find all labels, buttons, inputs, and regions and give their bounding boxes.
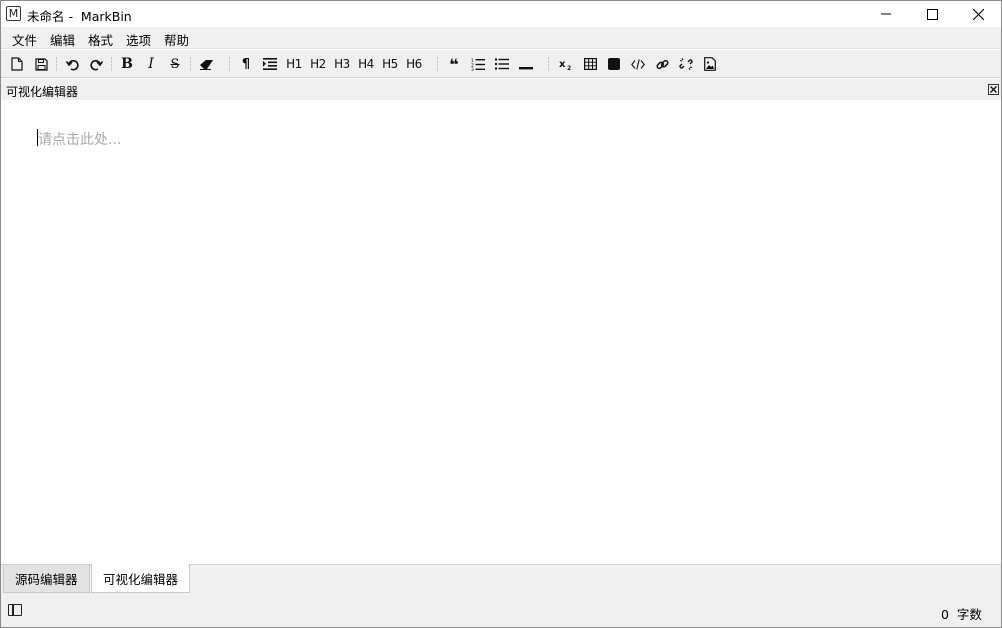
paragraph-button[interactable]: ¶ — [236, 54, 256, 74]
insert-image-button[interactable] — [700, 54, 720, 74]
maximize-icon — [926, 8, 938, 20]
toolbar-separator — [437, 57, 438, 71]
heading4-button[interactable]: H4 — [356, 54, 376, 74]
svg-text:2: 2 — [567, 65, 571, 70]
close-icon — [990, 86, 997, 93]
tab-source-editor[interactable]: 源码编辑器 — [3, 565, 90, 593]
heading3-button[interactable]: H3 — [332, 54, 352, 74]
save-button[interactable] — [31, 54, 51, 74]
editor-placeholder: 请点击此处... — [38, 132, 122, 148]
indent-button[interactable] — [260, 54, 280, 74]
link-button[interactable] — [652, 54, 672, 74]
ordered-list-icon: 123 — [471, 58, 485, 71]
unlink-button[interactable] — [676, 54, 696, 74]
unlink-icon — [679, 57, 693, 71]
toolbar-separator — [190, 57, 191, 71]
undo-button[interactable] — [62, 54, 82, 74]
close-button[interactable] — [955, 1, 1001, 27]
unordered-list-button[interactable] — [492, 54, 512, 74]
code-block-button[interactable] — [604, 54, 624, 74]
bold-button[interactable]: B — [117, 54, 137, 74]
table-icon — [583, 58, 597, 70]
editor-tab-bar: 源码编辑器 可视化编辑器 — [1, 564, 1001, 593]
menu-bar: 文件 编辑 格式 选项 帮助 — [1, 27, 1001, 49]
heading2-button[interactable]: H2 — [308, 54, 328, 74]
menu-help[interactable]: 帮助 — [164, 30, 189, 49]
subscript-button[interactable]: x2 — [556, 54, 576, 74]
code-icon — [631, 58, 645, 70]
svg-text:3: 3 — [471, 67, 474, 71]
minimize-icon — [881, 13, 891, 15]
eraser-icon — [199, 59, 213, 70]
panel-close-button[interactable] — [988, 84, 999, 95]
heading5-button[interactable]: H5 — [380, 54, 400, 74]
app-logo-icon: M — [6, 6, 21, 21]
tab-visual-editor[interactable]: 可视化编辑器 — [91, 564, 191, 593]
window-title: 未命名 - MarkBin — [27, 9, 132, 24]
panel-header: 可视化编辑器 — [1, 79, 1001, 100]
toolbar-separator — [56, 57, 57, 71]
toolbar: B I S ¶ H1 H2 H3 H4 H5 H6 ❝ 123 x2 — [1, 50, 1001, 78]
blockquote-button[interactable]: ❝ — [444, 54, 464, 74]
status-bar: 0 字数 — [1, 593, 1001, 627]
redo-button[interactable] — [86, 54, 106, 74]
app-window: M 未命名 - MarkBin 文件 编辑 格式 选项 帮助 B I S ¶ H… — [0, 0, 1002, 628]
toolbar-separator — [229, 57, 230, 71]
visual-editor[interactable]: 请点击此处... — [1, 100, 1001, 564]
menu-options[interactable]: 选项 — [126, 30, 151, 49]
panel-title: 可视化编辑器 — [6, 85, 79, 99]
link-icon — [655, 59, 669, 69]
minimize-button[interactable] — [863, 1, 909, 27]
heading6-button[interactable]: H6 — [404, 54, 424, 74]
inline-code-button[interactable] — [628, 54, 648, 74]
title-bar: M 未命名 - MarkBin — [1, 1, 1001, 27]
toolbar-separator — [548, 57, 549, 71]
new-file-icon — [11, 57, 23, 71]
save-icon — [34, 57, 48, 71]
indent-icon — [263, 58, 277, 70]
horizontal-rule-icon — [519, 67, 533, 70]
code-block-icon — [608, 58, 620, 70]
redo-icon — [89, 59, 103, 70]
table-button[interactable] — [580, 54, 600, 74]
strikethrough-button[interactable]: S — [165, 54, 185, 74]
italic-button[interactable]: I — [141, 54, 161, 74]
word-count: 0 字数 — [941, 607, 982, 622]
unordered-list-icon — [495, 58, 509, 70]
undo-icon — [65, 59, 79, 70]
new-file-button[interactable] — [7, 54, 27, 74]
clear-format-button[interactable] — [196, 54, 216, 74]
toolbar-separator — [111, 57, 112, 71]
ordered-list-button[interactable]: 123 — [468, 54, 488, 74]
horizontal-rule-button[interactable] — [516, 54, 536, 74]
subscript-icon: x2 — [559, 59, 571, 70]
sidebar-toggle-icon[interactable] — [8, 604, 22, 616]
svg-text:x: x — [559, 59, 566, 70]
menu-file[interactable]: 文件 — [12, 30, 37, 49]
close-icon — [972, 8, 984, 20]
menu-edit[interactable]: 编辑 — [50, 30, 75, 49]
menu-format[interactable]: 格式 — [88, 30, 113, 49]
maximize-button[interactable] — [909, 1, 955, 27]
image-icon — [704, 57, 716, 71]
heading1-button[interactable]: H1 — [284, 54, 304, 74]
